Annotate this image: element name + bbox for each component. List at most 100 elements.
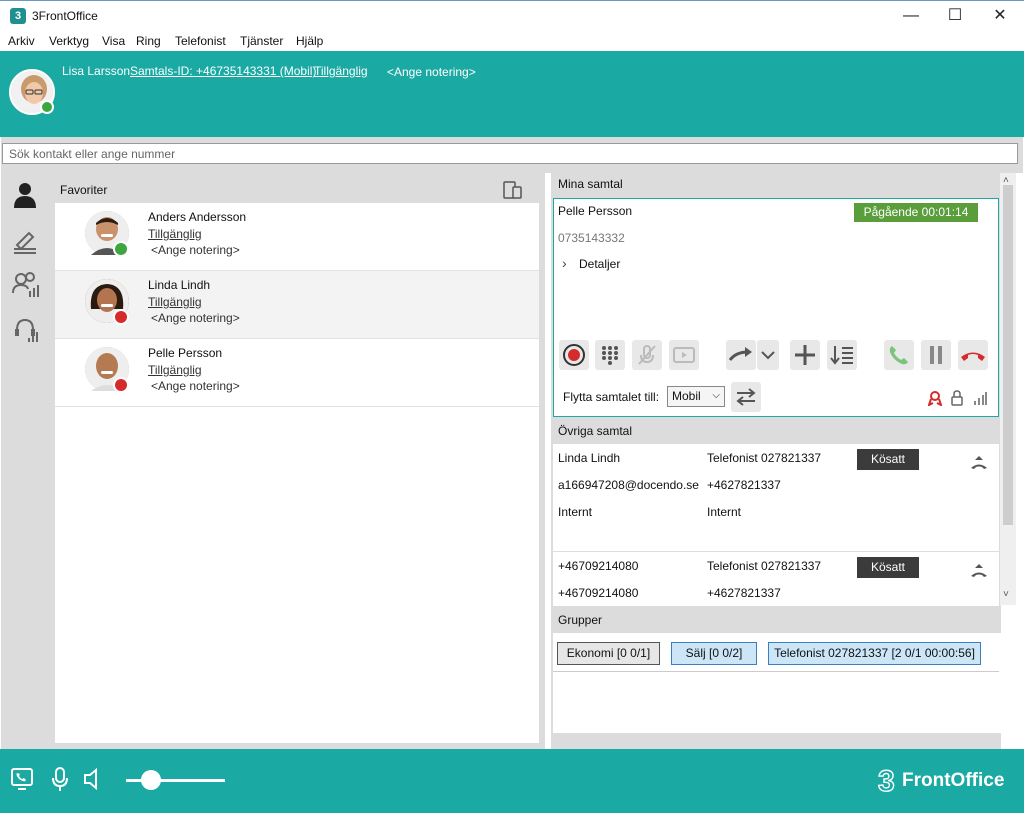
contact-note[interactable]: <Ange notering> — [151, 311, 240, 325]
list-item[interactable]: Pelle Persson Tillgänglig <Ange notering… — [55, 339, 539, 407]
user-header: Lisa Larsson Samtals-ID: +46735143331 (M… — [0, 51, 1024, 137]
call-to-sub: +4627821337 — [707, 478, 781, 492]
caller-number: 0735143332 — [558, 231, 625, 245]
group-button-ekonomi[interactable]: Ekonomi [0 0/1] — [557, 642, 660, 665]
favorites-panel: Favoriter Anders Andersson Tillgänglig <… — [49, 173, 545, 749]
pickup-icon[interactable] — [969, 562, 989, 578]
queue-list-icon[interactable] — [827, 340, 857, 370]
pickup-icon[interactable] — [969, 454, 989, 470]
available-status-icon — [113, 241, 129, 257]
volume-slider-thumb[interactable] — [140, 770, 161, 790]
queue-stats-icon[interactable] — [11, 316, 41, 344]
add-call-icon[interactable] — [790, 340, 820, 370]
app-icon: 3 — [10, 8, 26, 24]
favorites-list: Anders Andersson Tillgänglig <Ange noter… — [55, 203, 539, 743]
menu-telefonist[interactable]: Telefonist — [175, 34, 226, 48]
edit-icon[interactable] — [11, 226, 39, 254]
window-title: 3FrontOffice — [32, 9, 98, 23]
queued-badge: Kösatt — [857, 557, 919, 578]
details-toggle[interactable]: Detaljer — [579, 257, 620, 271]
hold-icon[interactable] — [921, 340, 951, 370]
menu-arkiv[interactable]: Arkiv — [8, 34, 35, 48]
call-to: Telefonist 027821337 — [707, 451, 822, 465]
user-status-link[interactable]: Tillgänglig — [314, 64, 368, 78]
move-call-value: Mobil — [672, 389, 701, 403]
close-button[interactable]: ✕ — [977, 1, 1023, 31]
menu-bar: Arkiv Verktyg Visa Ring Telefonist Tjäns… — [0, 30, 1024, 51]
contact-note[interactable]: <Ange notering> — [151, 243, 240, 257]
hangup-icon[interactable] — [958, 340, 988, 370]
footer-bar: 3 FrontOffice — [0, 749, 1024, 813]
user-presence-icon — [40, 100, 54, 114]
minimize-button[interactable]: — — [888, 1, 934, 31]
table-row[interactable]: +46709214080 +46709214080 Telefonist 027… — [553, 553, 999, 606]
microphone-icon[interactable] — [50, 766, 70, 792]
record-button[interactable] — [559, 340, 589, 370]
menu-hjalp[interactable]: Hjälp — [296, 34, 323, 48]
group-stats-icon[interactable] — [11, 271, 41, 299]
call-from-type: Internt — [558, 505, 593, 519]
transfer-icon[interactable] — [726, 340, 756, 370]
answer-call-icon[interactable] — [884, 340, 914, 370]
scrollbar[interactable]: ˄ ˅ — [1000, 173, 1016, 605]
caller-name: Pelle Persson — [558, 204, 633, 218]
speaker-icon[interactable] — [82, 767, 106, 791]
chevron-down-icon[interactable] — [757, 340, 779, 370]
call-from-sub: a166947208@docendo.se — [558, 478, 699, 492]
volume-slider[interactable] — [126, 770, 225, 790]
devices-icon[interactable] — [503, 180, 523, 200]
contact-status[interactable]: Tillgänglig — [148, 227, 202, 241]
call-from: +46709214080 — [558, 559, 639, 573]
contact-name: Linda Lindh — [148, 278, 211, 292]
my-calls-title: Mina samtal — [558, 177, 623, 191]
call-from-sub: +46709214080 — [558, 586, 639, 600]
other-calls-list: Linda Lindh a166947208@docendo.se Intern… — [553, 444, 999, 606]
favorites-title: Favoriter — [60, 183, 108, 197]
maximize-button[interactable]: ☐ — [932, 1, 978, 31]
menu-ring[interactable]: Ring — [136, 34, 161, 48]
group-button-salj[interactable]: Sälj [0 0/2] — [671, 642, 757, 665]
call-to: Telefonist 027821337 — [707, 559, 822, 573]
contact-name: Anders Andersson — [148, 210, 247, 224]
table-row[interactable]: Linda Lindh a166947208@docendo.se Intern… — [553, 444, 999, 552]
video-icon[interactable] — [669, 340, 699, 370]
menu-verktyg[interactable]: Verktyg — [49, 34, 89, 48]
contacts-icon[interactable] — [11, 181, 39, 209]
lock-icon — [951, 390, 963, 406]
other-calls-title: Övriga samtal — [558, 424, 633, 438]
divider — [553, 671, 999, 672]
user-note[interactable]: <Ange notering> — [387, 65, 476, 79]
menu-visa[interactable]: Visa — [102, 34, 125, 48]
call-id-link[interactable]: Samtals-ID: +46735143331 (Mobil) — [130, 64, 316, 78]
queued-badge: Kösatt — [857, 449, 919, 470]
contact-name: Pelle Persson — [148, 346, 223, 360]
contact-note[interactable]: <Ange notering> — [151, 379, 240, 393]
mute-icon[interactable] — [632, 340, 662, 370]
in-call-status-icon — [113, 377, 129, 393]
list-item[interactable]: Anders Andersson Tillgänglig <Ange noter… — [55, 203, 539, 271]
groups-title: Grupper — [558, 613, 603, 627]
call-from: Linda Lindh — [558, 451, 621, 465]
list-item[interactable]: Linda Lindh Tillgänglig <Ange notering> — [55, 271, 539, 339]
groups-panel: Ekonomi [0 0/1] Sälj [0 0/2] Telefonist … — [553, 633, 1015, 733]
move-call-select[interactable]: Mobil ⌵ — [667, 386, 725, 407]
search-bar: Sök kontakt eller ange nummer — [1, 137, 1023, 173]
contact-status[interactable]: Tillgänglig — [148, 295, 202, 309]
group-button-telefonist[interactable]: Telefonist 027821337 [2 0/1 00:00:56] — [768, 642, 981, 665]
call-status-badge: Pågående 00:01:14 — [854, 203, 978, 222]
active-call-card[interactable]: Pelle Persson Pågående 00:01:14 07351433… — [553, 198, 999, 417]
keypad-button[interactable] — [595, 340, 625, 370]
swap-device-icon[interactable] — [731, 382, 761, 412]
call-to-type: Internt — [707, 505, 742, 519]
chevron-right-icon[interactable]: › — [562, 255, 567, 271]
menu-tjanster[interactable]: Tjänster — [240, 34, 283, 48]
left-navigation — [1, 173, 49, 749]
contact-status[interactable]: Tillgänglig — [148, 363, 202, 377]
brand-logo-text: FrontOffice — [902, 770, 1005, 791]
svg-text:3: 3 — [878, 765, 895, 798]
award-icon — [927, 390, 943, 407]
softphone-icon[interactable] — [10, 767, 34, 791]
search-input[interactable]: Sök kontakt eller ange nummer — [2, 143, 1018, 164]
user-name: Lisa Larsson — [62, 64, 131, 78]
scrollbar-thumb[interactable] — [1003, 185, 1013, 525]
